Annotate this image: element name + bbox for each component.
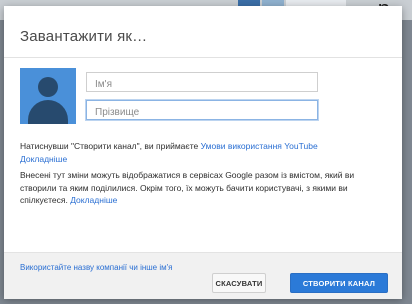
terms-of-service-link[interactable]: Умови використання YouTube xyxy=(201,141,318,151)
terms-text: Натиснувши "Створити канал", ви приймаєт… xyxy=(20,140,392,165)
use-business-name-link[interactable]: Використайте назву компанії чи інше ім'я xyxy=(20,263,172,272)
first-name-input[interactable] xyxy=(86,72,318,92)
avatar-shoulders-shape xyxy=(28,100,68,124)
title-divider xyxy=(4,57,402,58)
default-user-avatar-icon xyxy=(20,68,76,124)
create-channel-button[interactable]: СТВОРИТИ КАНАЛ xyxy=(290,273,388,293)
notice-text: Внесені тут зміни можуть відображатися в… xyxy=(20,169,392,207)
learn-more-link[interactable]: Докладніше xyxy=(20,154,67,164)
dialog-title: Завантажити як… xyxy=(20,28,148,45)
last-name-input[interactable] xyxy=(86,100,318,120)
dialog-footer: Використайте назву компанії чи інше ім'я… xyxy=(4,252,402,299)
notice-learn-more-link[interactable]: Докладніше xyxy=(70,195,117,205)
terms-prefix: Натиснувши "Створити канал", ви приймаєт… xyxy=(20,141,201,151)
create-channel-dialog: Завантажити як… Натиснувши "Створити кан… xyxy=(4,6,402,299)
cancel-button[interactable]: СКАСУВАТИ xyxy=(212,273,266,293)
avatar-head-shape xyxy=(38,77,58,97)
